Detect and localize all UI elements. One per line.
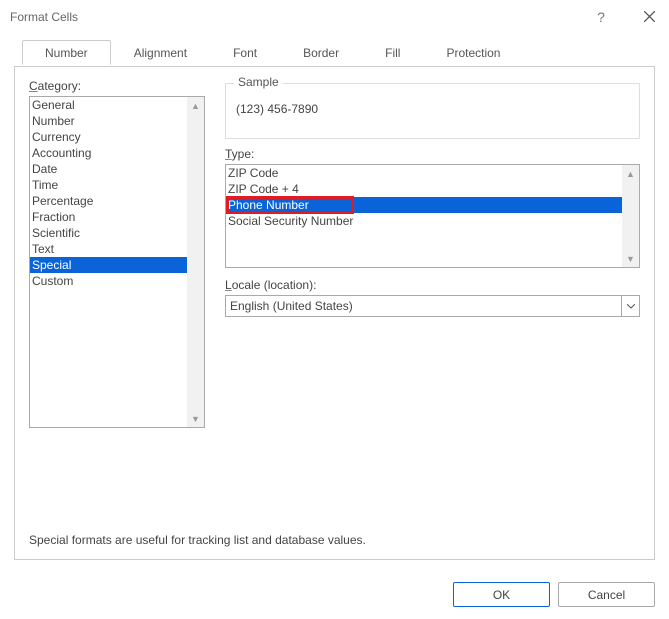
- titlebar: Format Cells ?: [0, 0, 669, 34]
- tab-number[interactable]: Number: [22, 40, 111, 65]
- category-item[interactable]: Fraction: [30, 209, 204, 225]
- tab-protection[interactable]: Protection: [423, 40, 523, 65]
- category-item[interactable]: Accounting: [30, 145, 204, 161]
- tab-strip: Number Alignment Font Border Fill Protec…: [14, 40, 655, 66]
- scroll-up-icon[interactable]: ▲: [622, 165, 639, 182]
- tab-alignment[interactable]: Alignment: [111, 40, 210, 65]
- help-icon[interactable]: ?: [591, 9, 611, 25]
- scroll-down-icon[interactable]: ▼: [187, 410, 204, 427]
- tab-font[interactable]: Font: [210, 40, 280, 65]
- category-item[interactable]: Time: [30, 177, 204, 193]
- category-item[interactable]: Text: [30, 241, 204, 257]
- locale-select[interactable]: English (United States): [225, 295, 640, 317]
- tab-fill[interactable]: Fill: [362, 40, 423, 65]
- dialog-title: Format Cells: [10, 10, 591, 24]
- type-label: Type:: [225, 147, 640, 161]
- format-cells-dialog: Format Cells ? Number Alignment Font Bor…: [0, 0, 669, 619]
- category-label: Category:: [29, 79, 205, 93]
- sample-group: Sample (123) 456-7890: [225, 83, 640, 139]
- close-icon[interactable]: [639, 9, 659, 25]
- category-item[interactable]: Special: [30, 257, 204, 273]
- type-item[interactable]: ZIP Code + 4: [226, 181, 639, 197]
- scroll-up-icon[interactable]: ▲: [187, 97, 204, 114]
- ok-button[interactable]: OK: [453, 582, 550, 607]
- category-item[interactable]: Custom: [30, 273, 204, 289]
- category-item[interactable]: Currency: [30, 129, 204, 145]
- locale-value: English (United States): [230, 299, 353, 313]
- scrollbar[interactable]: ▲ ▼: [187, 97, 204, 427]
- chevron-down-icon[interactable]: [621, 296, 639, 316]
- tab-panel-number: Category: GeneralNumberCurrencyAccountin…: [14, 66, 655, 560]
- dialog-buttons: OK Cancel: [0, 572, 669, 619]
- category-item[interactable]: Number: [30, 113, 204, 129]
- type-listbox[interactable]: ZIP CodeZIP Code + 4Phone NumberSocial S…: [225, 164, 640, 268]
- category-item[interactable]: Date: [30, 161, 204, 177]
- category-item[interactable]: Percentage: [30, 193, 204, 209]
- sample-label: Sample: [234, 75, 283, 89]
- locale-label: Locale (location):: [225, 278, 640, 292]
- category-listbox[interactable]: GeneralNumberCurrencyAccountingDateTimeP…: [29, 96, 205, 428]
- type-item[interactable]: ZIP Code: [226, 165, 639, 181]
- sample-value: (123) 456-7890: [226, 84, 639, 116]
- type-item[interactable]: Social Security Number: [226, 213, 639, 229]
- type-item[interactable]: Phone Number: [226, 197, 639, 213]
- tab-border[interactable]: Border: [280, 40, 362, 65]
- cancel-button[interactable]: Cancel: [558, 582, 655, 607]
- scrollbar[interactable]: ▲ ▼: [622, 165, 639, 267]
- category-item[interactable]: Scientific: [30, 225, 204, 241]
- scroll-down-icon[interactable]: ▼: [622, 250, 639, 267]
- category-description: Special formats are useful for tracking …: [29, 533, 640, 547]
- category-item[interactable]: General: [30, 97, 204, 113]
